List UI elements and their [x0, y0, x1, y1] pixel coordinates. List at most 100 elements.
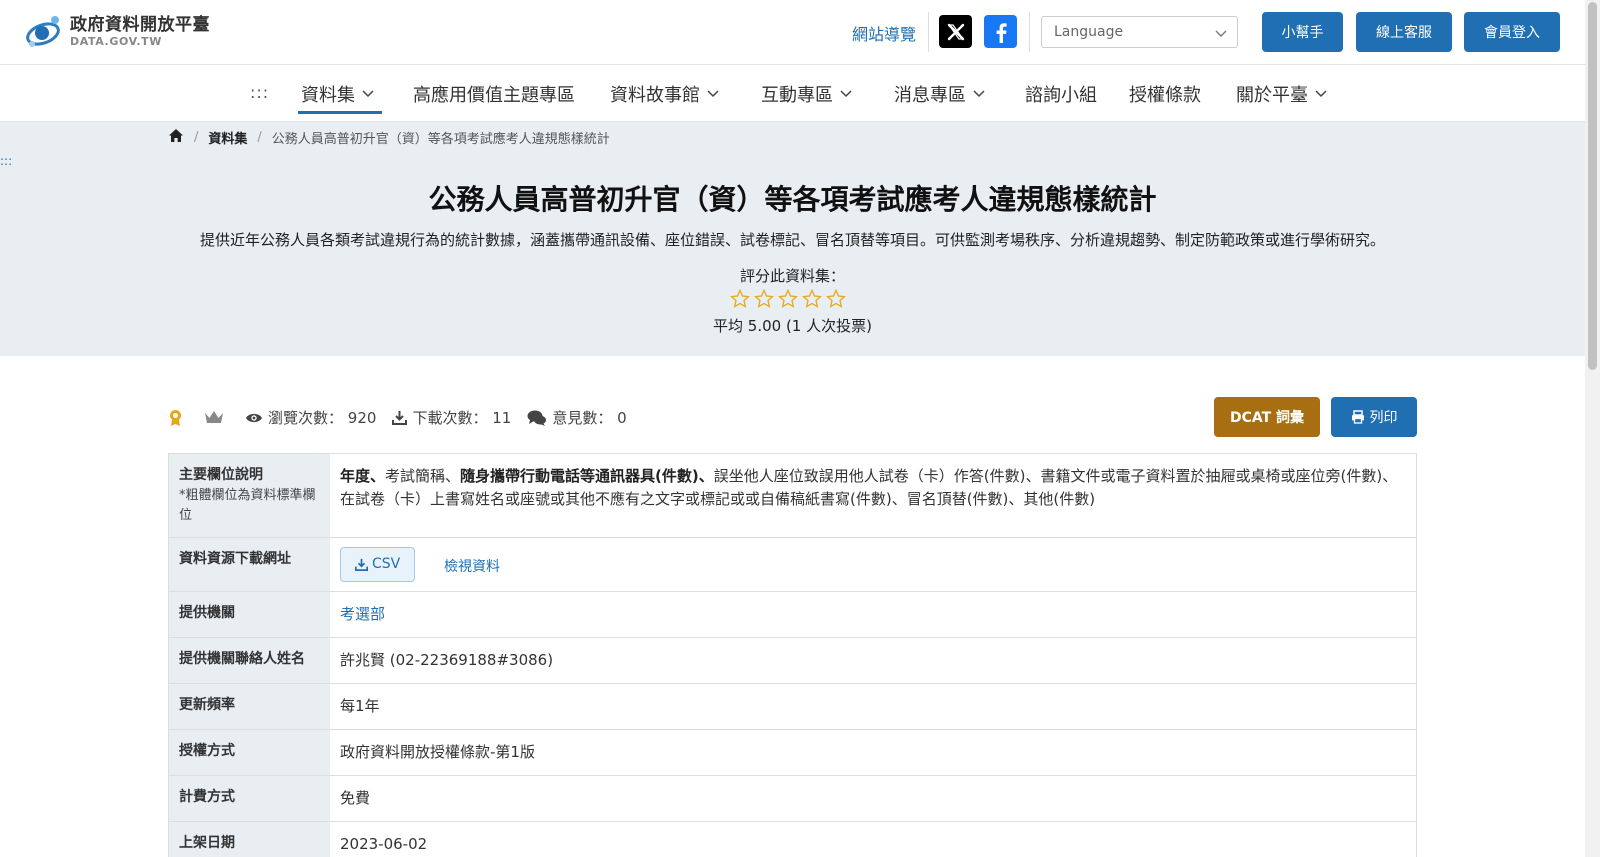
row-label: 主要欄位說明 *粗體欄位為資料標準欄位 [169, 454, 330, 537]
download-icon [355, 558, 368, 571]
breadcrumb-current: 公務人員高普初升官（資）等各項考試應考人違規態樣統計 [271, 132, 610, 147]
page-scrollbar[interactable] [1585, 0, 1600, 857]
breadcrumb-datasets[interactable]: 資料集 [208, 128, 247, 147]
nav-item-news[interactable]: 消息專區 [894, 81, 985, 107]
field-name: 年度 [340, 467, 371, 485]
helper-button[interactable]: 小幫手 [1262, 12, 1343, 52]
nav-item-high-value[interactable]: 高應用價值主題專區 [413, 81, 575, 107]
facebook-icon[interactable] [984, 15, 1017, 48]
table-row: 提供機關聯絡人姓名 許兆賢 (02-22369188#3086) [168, 638, 1417, 684]
contact-label: 提供機關聯絡人姓名 [169, 638, 330, 683]
publish-date-value: 2023-06-02 [340, 835, 428, 853]
site-header: 政府資料開放平臺 DATA.GOV.TW 網站導覽 Language 小幫手 線… [0, 0, 1585, 65]
field-separator: 、 [370, 467, 386, 485]
badge-icon [168, 409, 188, 427]
star-icon[interactable] [801, 288, 826, 311]
chevron-down-icon [1215, 26, 1227, 42]
contact-value: 許兆賢 (02-22369188#3086) [340, 651, 554, 669]
fee-value: 免費 [340, 789, 371, 807]
csv-download-button[interactable]: CSV [340, 547, 416, 582]
field-name: 考試簡稱、 [385, 467, 461, 485]
comments-label: 意見數： [552, 409, 613, 427]
chevron-down-icon [973, 90, 985, 98]
table-row: 授權方式 政府資料開放授權條款-第1版 [168, 730, 1417, 776]
star-icon[interactable] [825, 288, 850, 311]
star-icon[interactable] [777, 288, 802, 311]
dcat-button[interactable]: DCAT 詞彙 [1214, 397, 1320, 437]
downloads-stat: 下載次數： 11 [392, 407, 511, 428]
views-stat: 瀏覽次數： 920 [245, 407, 376, 428]
print-label: 列印 [1369, 410, 1398, 426]
fields-note: *粗體欄位為資料標準欄位 [179, 488, 316, 523]
scrollbar-thumb[interactable] [1588, 2, 1597, 370]
star-icon[interactable] [753, 288, 778, 311]
dataset-hero: / 資料集 / 公務人員高普初升官（資）等各項考試應考人違規態樣統計 ::: 公… [0, 122, 1585, 356]
nav-active-indicator [298, 111, 382, 114]
nav-label: 資料集 [301, 85, 355, 106]
dataset-stats: 瀏覽次數： 920 下載次數： 11 意見數： 0 [168, 407, 643, 428]
frequency-label: 更新頻率 [169, 684, 330, 729]
nav-item-datasets[interactable]: 資料集 [301, 81, 374, 107]
table-row: 計費方式 免費 [168, 776, 1417, 822]
nav-item-advisory[interactable]: 諮詢小組 [1025, 81, 1097, 107]
language-select[interactable]: Language [1041, 16, 1238, 48]
main-nav: ::: 資料集 高應用價值主題專區 資料故事館 互動專區 消息專區 諮詢小組 授… [0, 65, 1585, 122]
star-icon[interactable] [729, 288, 754, 311]
license-label: 授權方式 [169, 730, 330, 775]
csv-label: CSV [372, 556, 401, 572]
downloads-count: 11 [492, 408, 512, 427]
comments-icon [527, 410, 547, 426]
chevron-down-icon [362, 90, 374, 98]
comments-stat: 意見數： 0 [527, 407, 627, 428]
nav-label: 互動專區 [761, 85, 833, 106]
table-row: 主要欄位說明 *粗體欄位為資料標準欄位 年度、考試簡稱、隨身攜帶行動電話等通訊器… [168, 454, 1417, 538]
chevron-down-icon [707, 90, 719, 98]
rating-stars[interactable] [729, 288, 850, 311]
nav-label: 消息專區 [894, 85, 966, 106]
nav-item-interactive[interactable]: 互動專區 [761, 81, 852, 107]
provider-label: 提供機關 [169, 592, 330, 637]
nav-accesskey[interactable]: ::: [250, 83, 269, 102]
nav-label: 諮詢小組 [1025, 85, 1097, 106]
frequency-value: 每1年 [340, 697, 380, 715]
download-label: 資料資源下載網址 [169, 538, 330, 591]
online-service-button[interactable]: 線上客服 [1356, 12, 1452, 52]
nav-item-license[interactable]: 授權條款 [1129, 81, 1201, 107]
download-value: CSV 檢視資料 [330, 538, 1416, 591]
crown-icon [204, 410, 229, 425]
rating-average: 平均 5.00 (1 人次投票) [713, 317, 872, 335]
nav-label: 授權條款 [1129, 85, 1201, 106]
nav-item-stories[interactable]: 資料故事館 [610, 81, 719, 107]
chevron-down-icon [1315, 90, 1327, 98]
site-map-link[interactable]: 網站導覽 [852, 21, 916, 45]
divider [1029, 12, 1030, 52]
home-icon[interactable] [168, 128, 184, 147]
view-data-link[interactable]: 檢視資料 [444, 559, 500, 575]
login-button[interactable]: 會員登入 [1464, 12, 1560, 52]
nav-label: 高應用價值主題專區 [413, 85, 575, 106]
divider [928, 12, 929, 52]
table-row: 提供機關 考選部 [168, 592, 1417, 638]
content-accesskey[interactable]: ::: [0, 154, 12, 168]
breadcrumb-separator: / [257, 130, 262, 145]
table-row: 更新頻率 每1年 [168, 684, 1417, 730]
x-twitter-icon[interactable] [939, 15, 972, 48]
nav-label: 資料故事館 [610, 85, 700, 106]
views-label: 瀏覽次數： [268, 409, 344, 427]
nav-item-about[interactable]: 關於平臺 [1236, 81, 1327, 107]
nav-label: 關於平臺 [1236, 85, 1308, 106]
provider-link[interactable]: 考選部 [340, 605, 385, 623]
eye-icon [246, 413, 262, 422]
print-icon [1351, 410, 1364, 424]
print-button[interactable]: 列印 [1331, 397, 1417, 437]
rating-label: 評分此資料集： [739, 267, 845, 285]
page-title: 公務人員高普初升官（資）等各項考試應考人違規態樣統計 [428, 183, 1157, 216]
publish-date-label: 上架日期 [169, 822, 330, 857]
site-logo[interactable]: 政府資料開放平臺 DATA.GOV.TW [24, 11, 210, 51]
dataset-info-table: 主要欄位說明 *粗體欄位為資料標準欄位 年度、考試簡稱、隨身攜帶行動電話等通訊器… [168, 453, 1417, 857]
logo-title: 政府資料開放平臺 [70, 15, 210, 35]
views-count: 920 [347, 408, 377, 427]
logo-icon [24, 11, 64, 51]
comments-count: 0 [617, 408, 627, 427]
download-icon [392, 411, 408, 425]
